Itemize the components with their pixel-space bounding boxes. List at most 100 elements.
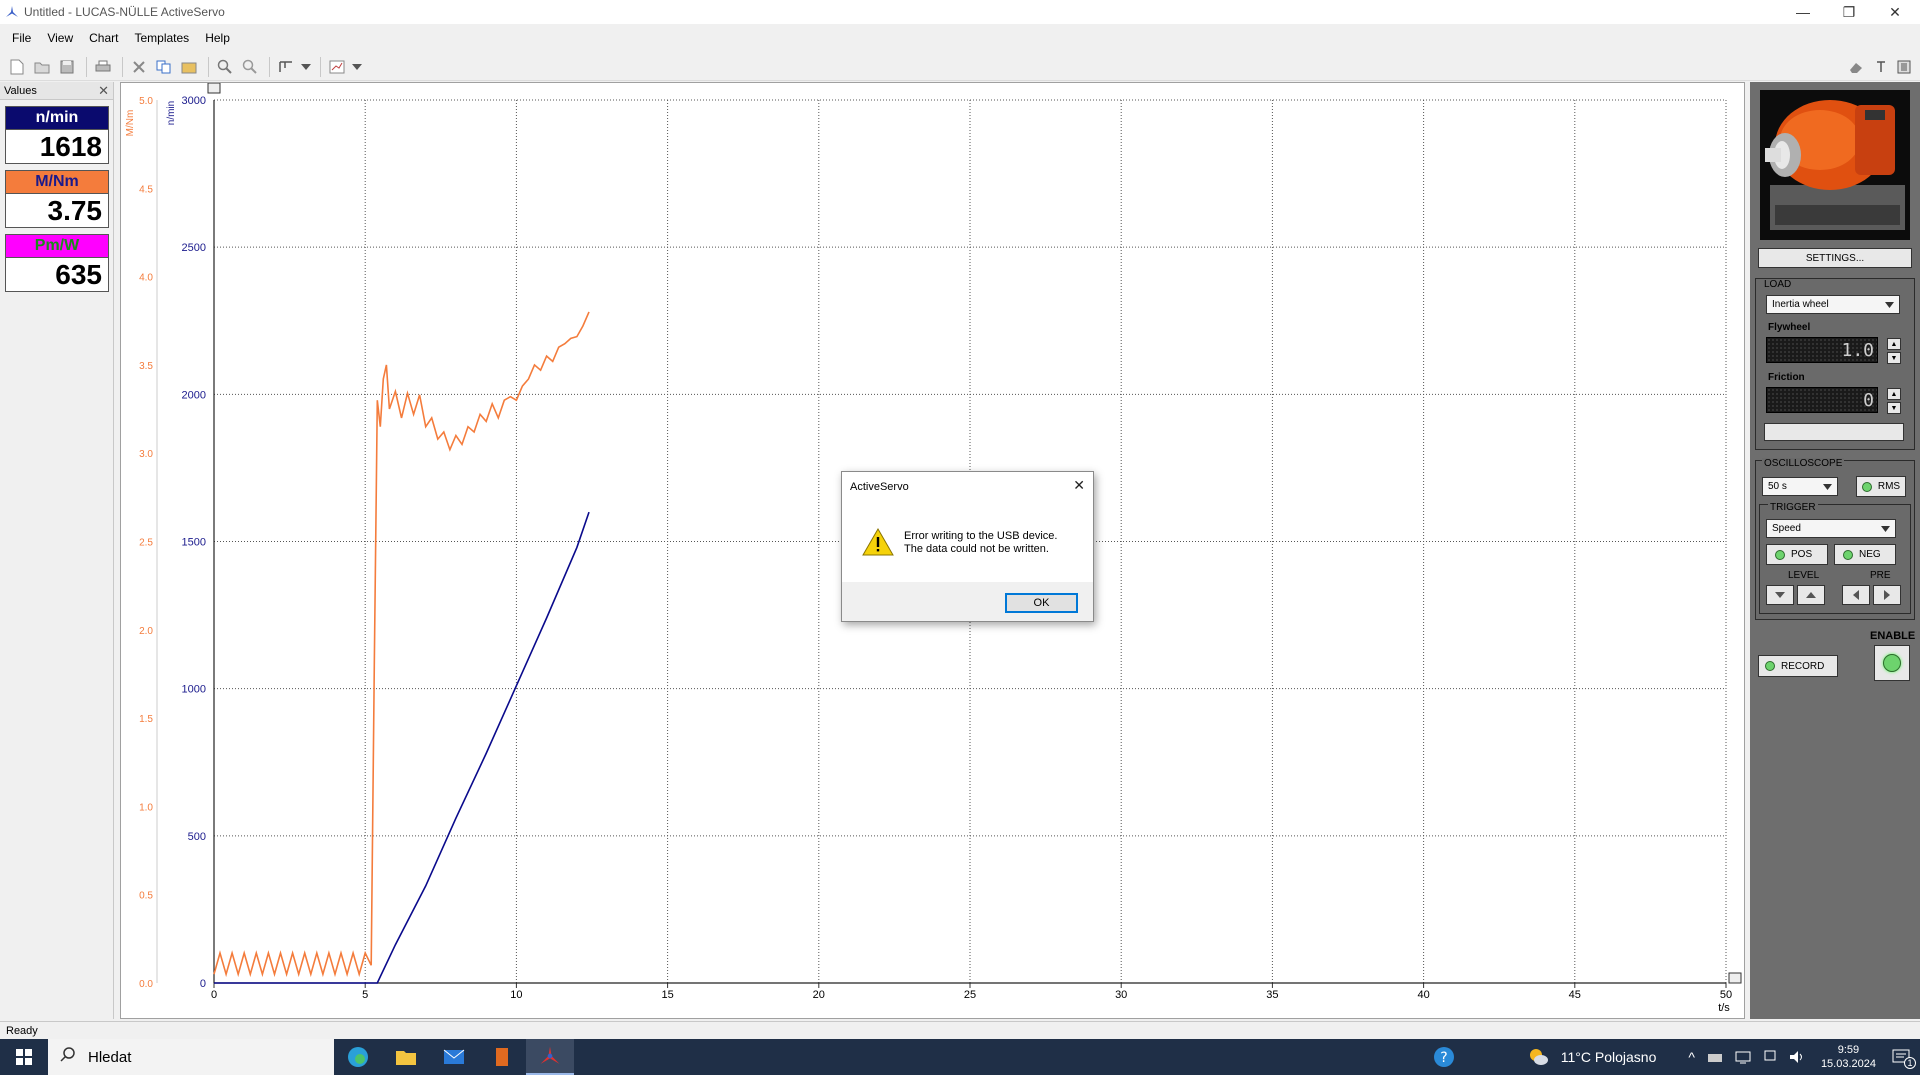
trigger-source-select[interactable]: Speed [1766,519,1896,538]
volume-icon[interactable] [1789,1050,1805,1064]
file-explorer-icon[interactable] [382,1039,430,1075]
close-icon[interactable]: ✕ [98,83,109,99]
search-icon [60,1047,76,1067]
cursor-tool-icon[interactable] [275,56,297,78]
y-tick-label-torque: 3.0 [139,449,153,460]
settings-button[interactable]: SETTINGS... [1758,248,1912,268]
chart-type-icon[interactable] [326,56,348,78]
zoom-out-icon[interactable] [239,56,261,78]
menu-help[interactable]: Help [197,31,238,45]
trigger-neg-button[interactable]: NEG [1834,544,1896,565]
x-tick-label: 0 [211,989,217,1001]
close-window-button[interactable]: ✕ [1872,0,1918,24]
open-folder-button[interactable] [31,56,53,78]
flywheel-up-button[interactable]: ▲ [1887,338,1901,350]
dialog-close-button[interactable]: ✕ [1073,477,1085,494]
pre-right-button[interactable] [1873,585,1901,605]
app-logo-icon [0,0,24,24]
value-speed: n/min 1618 [5,106,109,164]
cursor-dropdown-icon[interactable] [300,56,312,78]
record-button[interactable]: RECORD [1758,655,1838,677]
timebase-value: 50 s [1768,481,1787,492]
system-tray: ? 11°C Polojasno ^ 9:59 15.03.2024 1 [1427,1039,1920,1075]
notifications-icon[interactable]: 1 [1892,1049,1916,1069]
dialog-title: ActiveServo [850,481,909,493]
svg-text:?: ? [1440,1050,1447,1066]
chevron-up-icon[interactable]: ^ [1688,1049,1695,1065]
copy-button[interactable] [153,56,175,78]
level-up-button[interactable] [1797,585,1825,605]
zoom-in-icon[interactable] [214,56,236,78]
menu-chart[interactable]: Chart [81,31,126,45]
title-bar: Untitled - LUCAS-NÜLLE ActiveServo — ❐ ✕ [0,0,1920,24]
rms-label: RMS [1877,481,1901,492]
warning-icon [862,527,894,559]
save-button[interactable] [56,56,78,78]
load-apply-bar[interactable] [1764,423,1904,441]
error-dialog: ActiveServo ✕ Error writing to the USB d… [841,471,1094,622]
pin-icon[interactable] [1870,56,1892,78]
weather-icon[interactable] [1527,1047,1549,1067]
network-icon[interactable] [1735,1050,1751,1064]
chevron-down-icon [1879,523,1891,535]
values-panel: Values ✕ n/min 1618 M/Nm 3.75 Pm/W 635 [0,82,114,1019]
menu-bar: File View Chart Templates Help [0,26,1920,50]
menu-view[interactable]: View [39,31,81,45]
eraser-icon[interactable] [1845,56,1867,78]
y-tick-label-torque: 0.0 [139,979,153,990]
windows-start-icon[interactable] [0,1039,48,1075]
y-tick-label-torque: 1.0 [139,802,153,813]
print-button[interactable] [92,56,114,78]
office-app-icon[interactable] [478,1039,526,1075]
mail-icon[interactable] [430,1039,478,1075]
device-icon[interactable] [1707,1051,1723,1063]
flywheel-label: Flywheel [1768,322,1811,333]
taskbar: Hledat ? 11°C Polojasno ^ 9:59 15.03.202… [0,1039,1920,1075]
activeservo-app-icon[interactable] [526,1039,574,1075]
clock-time: 9:59 [1837,1044,1860,1056]
y-tick-label-torque: 5.0 [139,96,153,107]
dialog-message-line2: The data could not be written. [904,543,1049,555]
load-type-select[interactable]: Inertia wheel [1766,295,1900,314]
timebase-select[interactable]: 50 s [1762,477,1838,496]
weather-text[interactable]: 11°C Polojasno [1561,1049,1657,1065]
display-icon[interactable] [1763,1050,1777,1064]
window-title: Untitled - LUCAS-NÜLLE ActiveServo [24,5,225,19]
x-axis-title: t/s [1718,1002,1730,1014]
edge-browser-icon[interactable] [334,1039,382,1075]
clock[interactable]: 9:59 15.03.2024 [1821,1043,1876,1071]
pre-left-button[interactable] [1842,585,1870,605]
level-down-button[interactable] [1766,585,1794,605]
motor-image [1760,90,1910,240]
rms-button[interactable]: RMS [1856,476,1906,497]
values-panel-header: Values ✕ [0,82,113,100]
taskbar-search-input[interactable]: Hledat [48,1039,334,1075]
export-button[interactable] [178,56,200,78]
status-bar: Ready [0,1021,1920,1039]
friction-down-button[interactable]: ▼ [1887,402,1901,414]
y-axis-title-torque: M/Nm [125,110,136,137]
menu-file[interactable]: File [4,31,39,45]
taskbar-search-placeholder: Hledat [88,1048,132,1066]
friction-up-button[interactable]: ▲ [1887,388,1901,400]
value-speed-label: n/min [5,106,109,130]
maximize-button[interactable]: ❐ [1826,0,1872,24]
flywheel-down-button[interactable]: ▼ [1887,352,1901,364]
pos-led-icon [1775,549,1785,560]
help-icon[interactable]: ? [1433,1046,1455,1068]
new-file-button[interactable] [6,56,28,78]
y-tick-label-torque: 3.5 [139,361,153,372]
enable-button[interactable] [1874,645,1910,681]
chart-type-dropdown-icon[interactable] [351,56,363,78]
x-tick-label: 50 [1720,989,1732,1001]
menu-templates[interactable]: Templates [126,31,197,45]
panel-toggle-icon[interactable] [1893,56,1915,78]
x-tick-label: 30 [1115,989,1127,1001]
delete-button[interactable] [128,56,150,78]
value-power: Pm/W 635 [5,234,109,292]
y-tick-label-speed: 2500 [182,242,206,254]
neg-led-icon [1843,549,1853,560]
minimize-button[interactable]: — [1780,0,1826,24]
dialog-ok-button[interactable]: OK [1005,593,1078,613]
trigger-pos-button[interactable]: POS [1766,544,1828,565]
